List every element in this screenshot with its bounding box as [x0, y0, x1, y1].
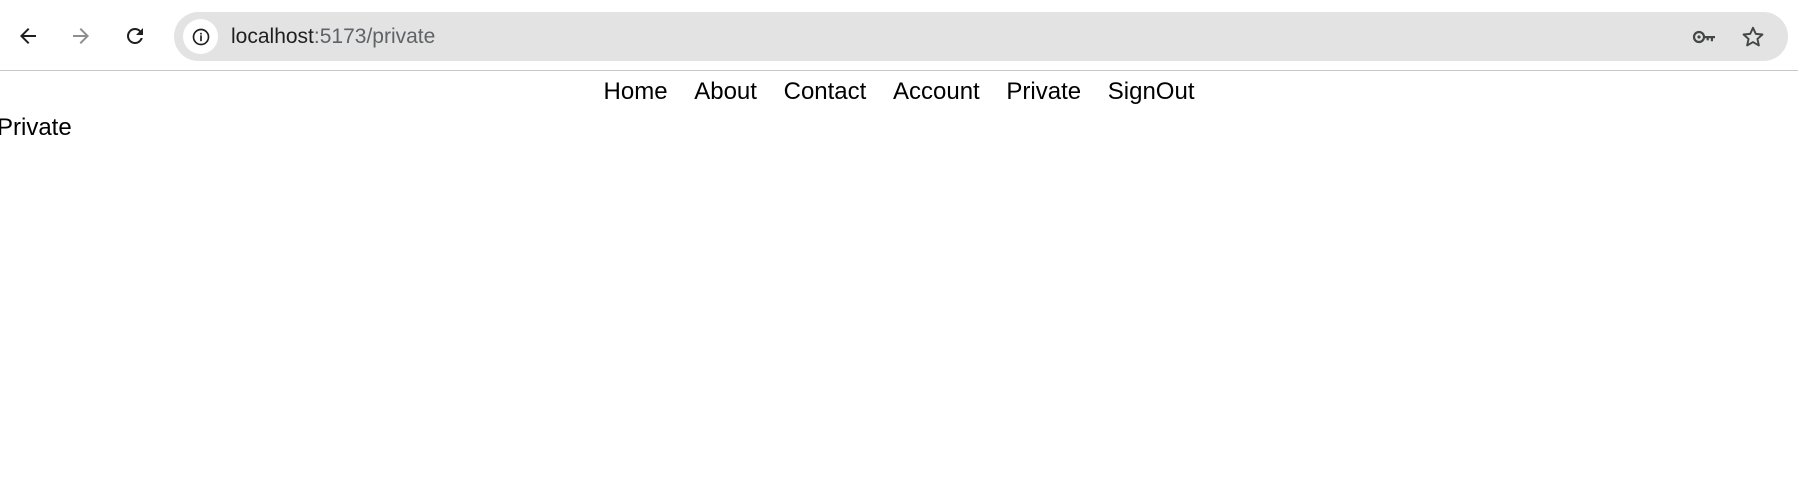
address-bar[interactable]: localhost:5173/private: [174, 12, 1788, 61]
nav-link-about[interactable]: About: [694, 78, 757, 105]
info-icon: [192, 28, 209, 45]
site-info-button[interactable]: [183, 19, 218, 54]
forward-button[interactable]: [61, 16, 101, 56]
page-title: Private: [0, 114, 72, 141]
site-nav: Home About Contact Account Private SignO…: [0, 76, 1798, 108]
passwords-button[interactable]: [1689, 22, 1719, 52]
arrow-left-icon: [20, 28, 36, 44]
back-button[interactable]: [8, 16, 48, 56]
browser-toolbar: localhost:5173/private: [0, 0, 1798, 71]
nav-link-contact[interactable]: Contact: [784, 78, 867, 105]
nav-link-account[interactable]: Account: [893, 78, 980, 105]
arrow-right-icon: [73, 28, 89, 44]
nav-link-signout[interactable]: SignOut: [1108, 78, 1195, 105]
key-icon: [1692, 30, 1715, 44]
url-host: localhost: [231, 25, 314, 48]
url-text[interactable]: localhost:5173/private: [231, 23, 435, 50]
url-path: :5173/private: [313, 25, 436, 48]
nav-link-private[interactable]: Private: [1006, 78, 1081, 105]
reload-icon: [126, 27, 143, 44]
bookmark-button[interactable]: [1738, 22, 1768, 52]
nav-link-home[interactable]: Home: [604, 78, 668, 105]
star-icon: [1742, 26, 1764, 47]
reload-button[interactable]: [115, 16, 155, 56]
